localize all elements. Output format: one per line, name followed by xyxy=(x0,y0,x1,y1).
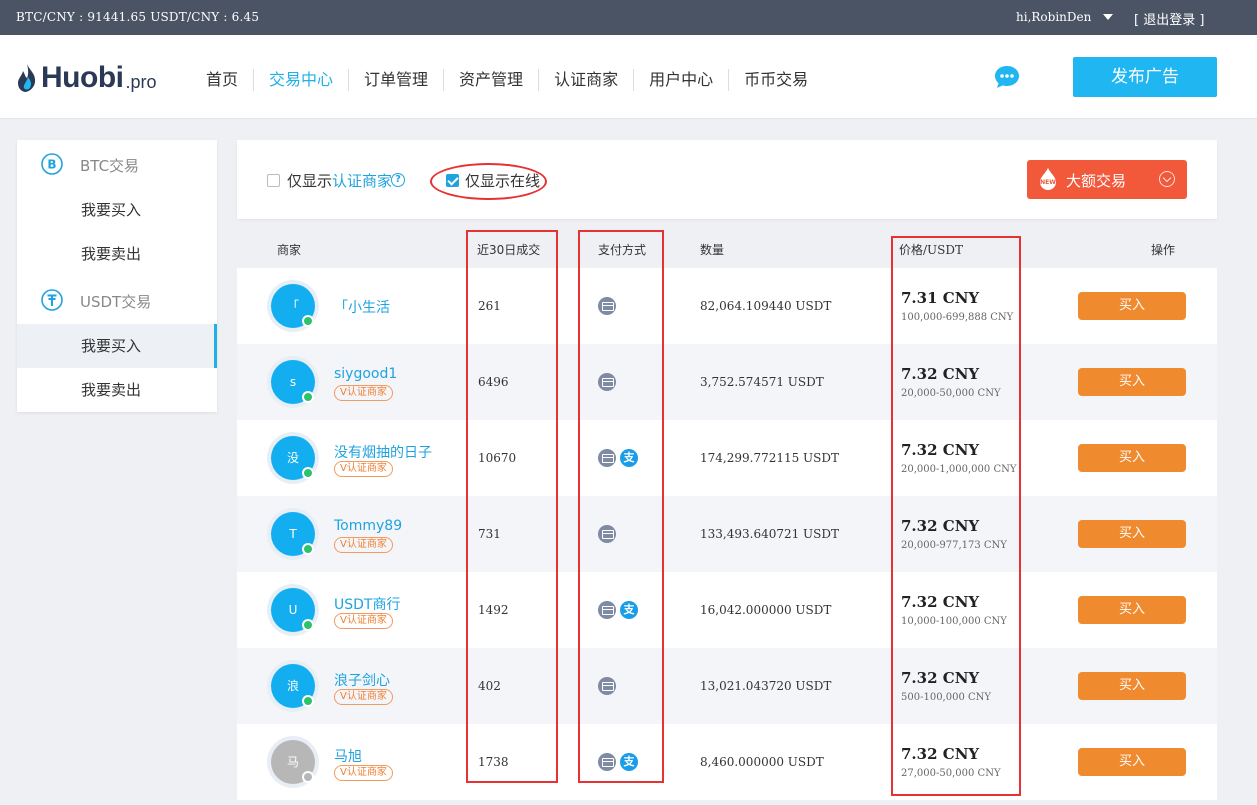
bitcoin-icon: B xyxy=(41,153,63,175)
avatar[interactable]: 马 xyxy=(267,736,319,788)
avatar[interactable]: s xyxy=(267,356,319,408)
online-status-dot xyxy=(302,771,314,783)
table-row: 没没有烟抽的日子 V认证商家 10670 支 174,299.772115 USDT 7.… xyxy=(237,420,1217,496)
nav-orders[interactable]: 订单管理 xyxy=(349,69,445,91)
buy-button[interactable]: 买入 xyxy=(1078,672,1186,700)
table-row: 浪浪子剑心 V认证商家 402 13,021.043720 USDT 7.32 CNY 5… xyxy=(237,648,1217,724)
bulk-trade-button[interactable]: NEW 大额交易 xyxy=(1027,160,1187,199)
available-amount: 174,299.772115 USDT xyxy=(700,451,840,465)
top-ticker-bar: BTC/CNY : 91441.65 USDT/CNY : 6.45 hi,Ro… xyxy=(0,0,1257,35)
main-header: Huobi .pro 首页 交易中心 订单管理 资产管理 认证商家 用户中心 币… xyxy=(0,35,1257,119)
price-ticker: BTC/CNY : 91441.65 USDT/CNY : 6.45 xyxy=(16,10,260,24)
nav-assets[interactable]: 资产管理 xyxy=(444,69,540,91)
nav-verified-merchants[interactable]: 认证商家 xyxy=(539,69,635,91)
buy-button[interactable]: 买入 xyxy=(1078,596,1186,624)
merchant-name-link[interactable]: 没有烟抽的日子 xyxy=(334,442,432,462)
user-menu[interactable]: hi,RobinDen xyxy=(1016,10,1091,24)
online-status-dot xyxy=(302,543,314,555)
header-action: 操作 xyxy=(1151,243,1176,257)
online-status-dot xyxy=(302,695,314,707)
sidebar-item-usdt-sell[interactable]: 我要卖出 xyxy=(17,368,217,412)
chevron-down-icon xyxy=(1159,171,1175,187)
table-header: 商家 近30日成交 支付方式 数量 价格/USDT 操作 xyxy=(237,230,1217,268)
online-status-dot xyxy=(302,391,314,403)
merchant-name-link[interactable]: 浪子剑心 xyxy=(334,670,390,690)
nav-trading-center[interactable]: 交易中心 xyxy=(254,69,350,91)
sidebar-section-usdt: USDT交易 xyxy=(17,278,217,322)
nav-home[interactable]: 首页 xyxy=(191,69,255,91)
verified-badge: V认证商家 xyxy=(334,689,393,705)
available-amount: 3,752.574571 USDT xyxy=(700,375,824,389)
merchant-name-link[interactable]: 马旭 xyxy=(334,746,362,766)
merchant-name-link[interactable]: USDT商行 xyxy=(334,594,400,614)
table-row: 「「小生活 261 82,064.109440 USDT 7.31 CNY 100,00… xyxy=(237,268,1217,344)
online-status-dot xyxy=(302,467,314,479)
verified-merchant-link[interactable]: 认证商家 xyxy=(332,172,392,190)
header-amount: 数量 xyxy=(700,243,725,257)
sidebar-item-btc-buy[interactable]: 我要买入 xyxy=(17,188,217,232)
avatar[interactable]: 浪 xyxy=(267,660,319,712)
avatar[interactable]: 没 xyxy=(267,432,319,484)
available-amount: 8,460.000000 USDT xyxy=(700,755,824,769)
buy-button[interactable]: 买入 xyxy=(1078,368,1186,396)
sidebar-item-usdt-buy[interactable]: 我要买入 xyxy=(17,324,217,368)
table-row: U USDT商行 V认证商家 1492 支 16,042.000000 USDT 7.32 … xyxy=(237,572,1217,648)
header-merchant: 商家 xyxy=(277,243,302,257)
verified-only-label[interactable]: 仅显示认证商家 xyxy=(287,170,392,191)
annotation-oval xyxy=(430,163,547,200)
huobi-logo[interactable]: Huobi .pro xyxy=(16,61,157,95)
sidebar-section-btc: B BTC交易 xyxy=(17,142,217,186)
verified-badge: V认证商家 xyxy=(334,765,393,781)
available-amount: 13,021.043720 USDT xyxy=(700,679,832,693)
annotation-box-trades xyxy=(466,230,558,783)
logout-link[interactable]: [ 退出登录 ] xyxy=(1134,9,1204,28)
annotation-box-price xyxy=(891,236,1021,796)
buy-button[interactable]: 买入 xyxy=(1078,292,1186,320)
annotation-box-payment xyxy=(578,230,664,783)
online-status-dot xyxy=(302,315,314,327)
logo-word: Huobi xyxy=(41,61,124,94)
avatar[interactable]: T xyxy=(267,508,319,560)
available-amount: 82,064.109440 USDT xyxy=(700,299,832,313)
logo-suffix: .pro xyxy=(125,71,157,92)
sidebar-usdt-title: USDT交易 xyxy=(80,293,152,311)
caret-down-icon[interactable] xyxy=(1103,14,1113,20)
merchant-name-link[interactable]: siygood1 xyxy=(334,366,397,382)
verified-badge: V认证商家 xyxy=(334,461,393,477)
svg-text:B: B xyxy=(47,158,56,172)
main-nav: 首页 交易中心 订单管理 资产管理 认证商家 用户中心 币币交易 xyxy=(191,69,823,91)
verified-only-checkbox[interactable] xyxy=(267,174,280,187)
available-amount: 133,493.640721 USDT xyxy=(700,527,840,541)
tether-icon xyxy=(41,289,63,311)
buy-button[interactable]: 买入 xyxy=(1078,520,1186,548)
avatar[interactable]: 「 xyxy=(267,280,319,332)
avatar[interactable]: U xyxy=(267,584,319,636)
nav-user-center[interactable]: 用户中心 xyxy=(634,69,730,91)
publish-ad-button[interactable]: 发布广告 xyxy=(1073,57,1217,97)
verified-badge: V认证商家 xyxy=(334,613,393,629)
table-row: s siygood1 V认证商家 6496 3,752.574571 USDT 7.32 … xyxy=(237,344,1217,420)
chat-bubble-icon[interactable] xyxy=(994,65,1020,89)
merchant-name-link[interactable]: 「小生活 xyxy=(334,297,390,317)
new-drop-icon: NEW xyxy=(1040,168,1056,190)
available-amount: 16,042.000000 USDT xyxy=(700,603,832,617)
merchant-name-link[interactable]: Tommy89 xyxy=(334,518,402,534)
verified-only-prefix: 仅显示 xyxy=(287,172,333,190)
verified-badge: V认证商家 xyxy=(334,385,393,401)
new-badge-text: NEW xyxy=(1040,179,1056,186)
table-row: 马马旭 V认证商家 1738 支 8,460.000000 USDT 7.32 CNY 27… xyxy=(237,724,1217,800)
filter-panel: 仅显示认证商家 ? 仅显示在线 NEW 大额交易 xyxy=(237,140,1217,219)
sidebar-item-btc-sell[interactable]: 我要卖出 xyxy=(17,232,217,276)
flame-icon xyxy=(18,64,36,92)
table-row: T Tommy89 V认证商家 731 133,493.640721 USDT 7.32 … xyxy=(237,496,1217,572)
help-icon[interactable]: ? xyxy=(391,173,405,187)
buy-button[interactable]: 买入 xyxy=(1078,748,1186,776)
sidebar: B BTC交易 我要买入 我要卖出 USDT交易 我要买入 我要卖出 xyxy=(17,140,217,412)
sidebar-btc-title: BTC交易 xyxy=(80,157,140,175)
nav-coin-trading[interactable]: 币币交易 xyxy=(729,69,823,91)
online-status-dot xyxy=(302,619,314,631)
bulk-trade-label: 大额交易 xyxy=(1066,172,1127,190)
buy-button[interactable]: 买入 xyxy=(1078,444,1186,472)
verified-badge: V认证商家 xyxy=(334,537,393,553)
